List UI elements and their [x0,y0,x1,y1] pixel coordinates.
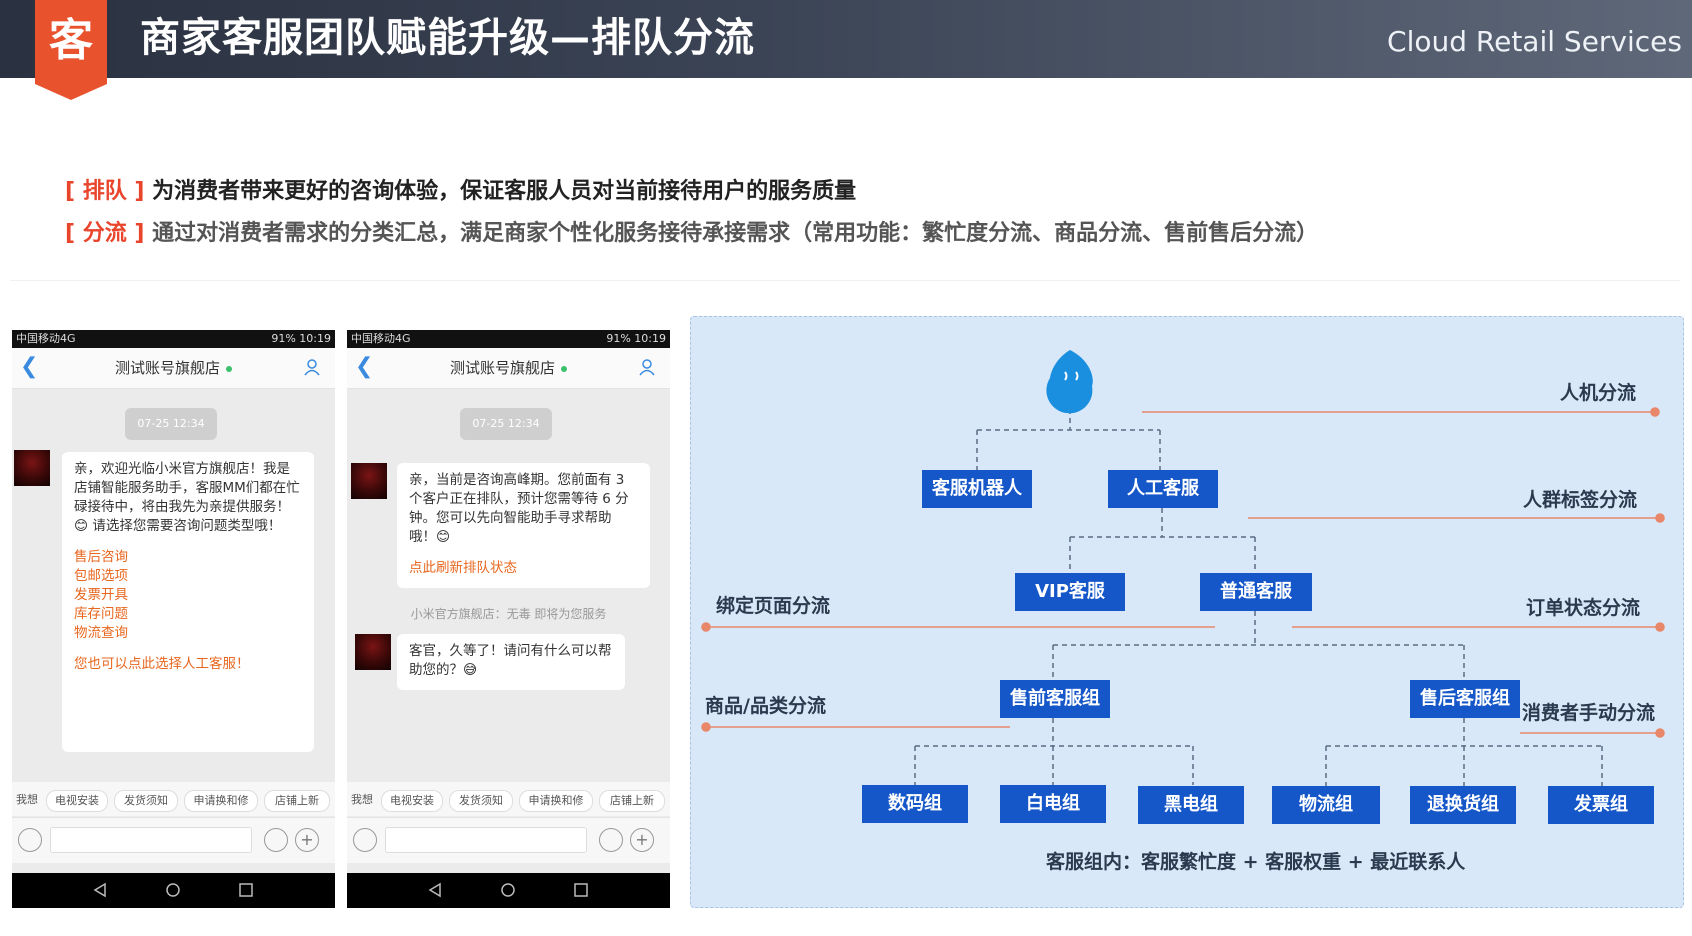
node-human: 人工客服 [1108,470,1218,508]
label-crowd-tag: 人群标签分流 [1523,489,1638,511]
node-normal: 普通客服 [1200,573,1312,611]
node-logistics: 物流组 [1272,786,1380,824]
node-black-appliance: 黑电组 [1138,786,1244,824]
node-bot: 客服机器人 [922,470,1032,508]
label-bind-page: 绑定页面分流 [716,595,831,617]
node-digital: 数码组 [862,785,968,823]
label-human-machine: 人机分流 [1560,382,1637,404]
node-white-appliance: 白电组 [1000,785,1106,823]
label-consumer-manual: 消费者手动分流 [1522,702,1656,724]
node-refund: 退换货组 [1410,786,1516,824]
label-order-status: 订单状态分流 [1526,597,1641,619]
node-vip: VIP客服 [1015,573,1125,611]
node-presale: 售前客服组 [1000,680,1110,718]
diagram-footer-note: 客服组内：客服繁忙度 + 客服权重 + 最近联系人 [1046,851,1466,873]
node-aftersale: 售后客服组 [1410,680,1520,718]
node-invoice: 发票组 [1548,786,1654,824]
mascot-drop-icon [1046,350,1093,414]
label-product-category: 商品/品类分流 [705,695,826,717]
